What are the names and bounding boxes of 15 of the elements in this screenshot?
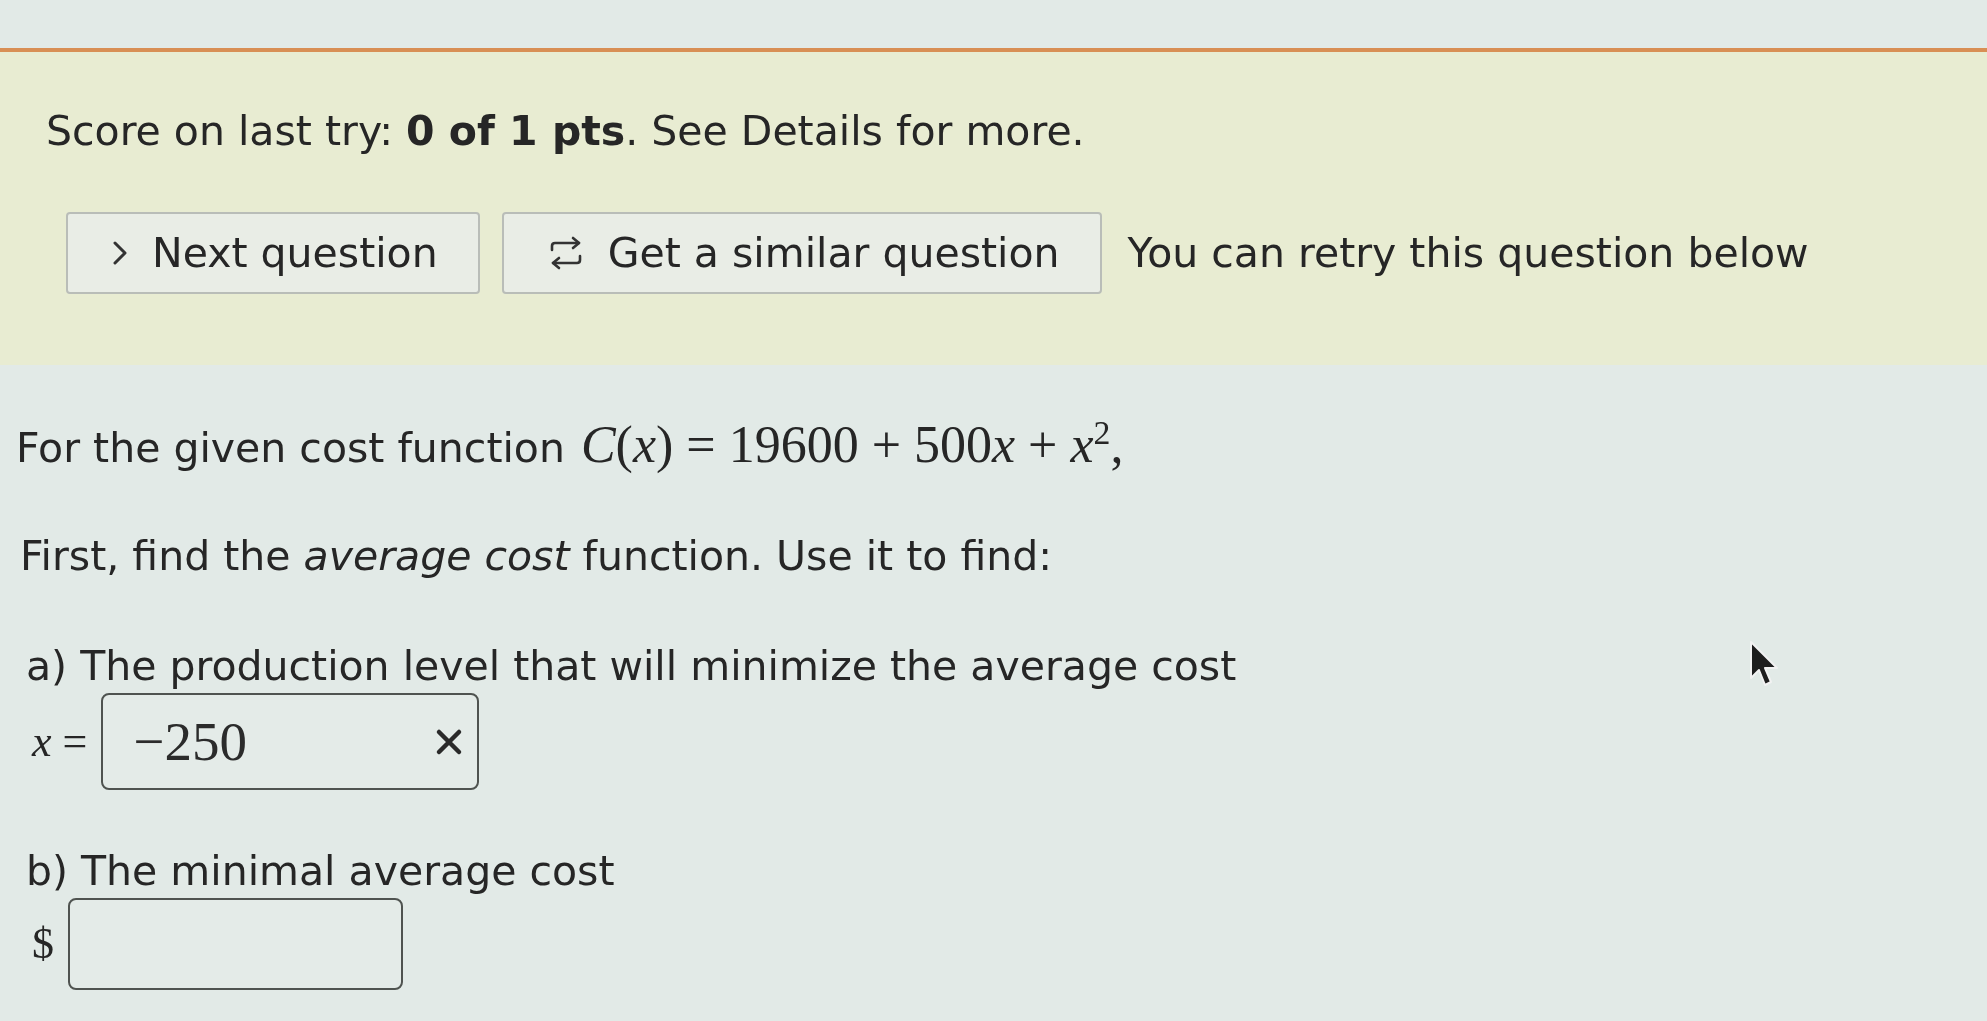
similar-question-button[interactable]: Get a similar question [501, 212, 1102, 294]
next-question-button[interactable]: Next question [66, 212, 480, 294]
chevron-right-icon [112, 240, 128, 266]
answer-field[interactable] [68, 898, 403, 990]
question-text: For the given cost function [16, 425, 565, 471]
part-prompt: b) The minimal average cost [26, 848, 615, 894]
answer-prefix: x = [32, 718, 88, 765]
score-summary: Score on last try: 0 of 1 pts. See Details for more. [46, 108, 1085, 154]
answer-prefix: $ [32, 921, 54, 967]
cursor-icon [1748, 640, 1780, 688]
instruction-text: First, find the average cost function. Use it to find: [20, 533, 1053, 579]
cost-formula: C(x) = 19600 + 500x + x$^{2}$, [580, 417, 1124, 473]
retry-note: You can retry this question below [1127, 230, 1809, 276]
answer-field[interactable]: −250 [101, 693, 480, 790]
part-prompt: a) The production level that will minimize the average cost [26, 643, 1237, 689]
